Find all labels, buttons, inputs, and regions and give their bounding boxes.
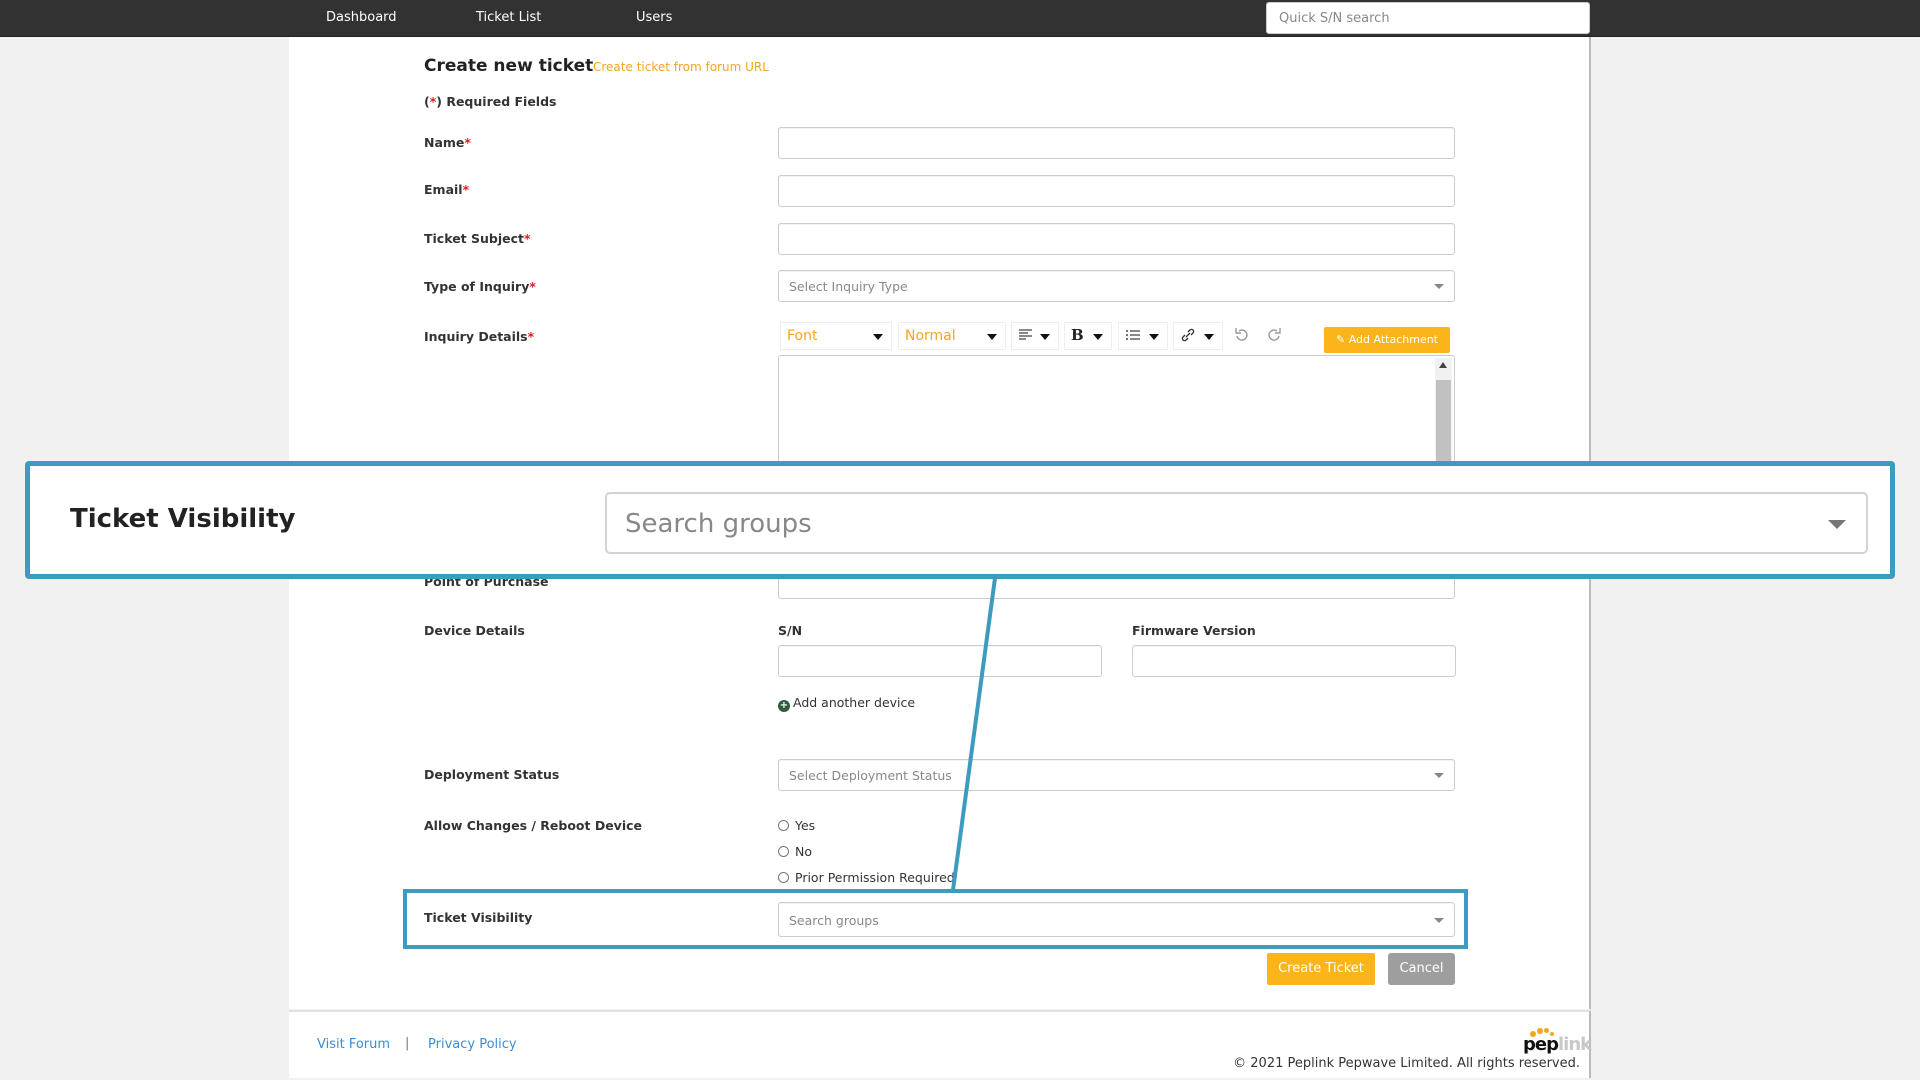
caret-down-icon (1149, 334, 1159, 340)
quick-sn-search-input[interactable] (1266, 2, 1590, 34)
email-label: Email* (424, 182, 469, 197)
required-fields-note: (*) Required Fields (424, 94, 556, 109)
caret-down-icon (1040, 334, 1050, 340)
caret-down-icon (987, 334, 997, 340)
required-star: * (524, 231, 531, 246)
required-star: * (464, 135, 471, 150)
inquiry-type-select[interactable]: Select Inquiry Type (778, 270, 1455, 302)
radio-circle-icon[interactable] (778, 846, 789, 857)
radio-no[interactable]: No (778, 844, 812, 859)
inquiry-type-label-text: Type of Inquiry (424, 279, 530, 294)
caret-down-icon (1204, 334, 1214, 340)
list-icon (1125, 327, 1141, 347)
undo-icon (1235, 328, 1248, 341)
create-from-forum-link[interactable]: Create ticket from forum URL (593, 60, 769, 74)
radio-yes-label: Yes (795, 818, 816, 833)
privacy-policy-link[interactable]: Privacy Policy (428, 1037, 517, 1052)
bold-dropdown[interactable]: B (1064, 322, 1112, 350)
copyright-text: © 2021 Peplink Pepwave Limited. All righ… (1233, 1056, 1580, 1071)
firmware-version-input[interactable] (1132, 645, 1456, 677)
add-attachment-button[interactable]: ✎ Add Attachment (1324, 327, 1450, 353)
chevron-down-icon (1434, 284, 1444, 289)
create-ticket-button[interactable]: Create Ticket (1267, 953, 1375, 985)
sn-label: S/N (778, 623, 803, 638)
email-input[interactable] (778, 175, 1455, 207)
peplink-logo: peplink (1520, 1025, 1592, 1055)
firmware-version-label: Firmware Version (1132, 623, 1256, 638)
inquiry-type-label: Type of Inquiry* (424, 279, 536, 294)
callout-search-groups-select[interactable]: Search groups (605, 492, 1868, 554)
allow-changes-label: Allow Changes / Reboot Device (424, 818, 642, 833)
add-device-label: Add another device (793, 695, 916, 710)
inquiry-details-label-text: Inquiry Details (424, 329, 528, 344)
redo-button[interactable] (1266, 326, 1282, 348)
redo-icon (1268, 328, 1281, 341)
sn-input[interactable] (778, 645, 1102, 677)
font-family-dropdown[interactable]: Font (780, 322, 892, 350)
top-nav-bar: Dashboard Ticket List Users (0, 0, 1920, 37)
paperclip-icon: ✎ (1336, 333, 1346, 346)
highlight-box-visibility (403, 889, 1468, 949)
device-details-label: Device Details (424, 623, 525, 638)
name-label: Name* (424, 135, 471, 150)
caret-down-icon (1093, 334, 1103, 340)
scroll-up-arrow-icon[interactable] (1439, 362, 1447, 368)
chevron-down-icon (1828, 520, 1846, 529)
name-input[interactable] (778, 127, 1455, 159)
name-label-text: Name (424, 135, 465, 150)
subject-label: Ticket Subject* (424, 231, 531, 246)
subject-label-text: Ticket Subject (424, 231, 524, 246)
radio-circle-icon[interactable] (778, 820, 789, 831)
radio-circle-icon[interactable] (778, 872, 789, 883)
caret-down-icon (873, 334, 883, 340)
logo-pep-text: pep (1523, 1034, 1559, 1055)
undo-button[interactable] (1234, 326, 1250, 348)
page-title: Create new ticket (424, 56, 594, 76)
radio-prior-permission-label: Prior Permission Required (795, 870, 955, 885)
inquiry-details-label: Inquiry Details* (424, 329, 534, 344)
required-star: * (529, 279, 536, 294)
list-dropdown[interactable] (1118, 322, 1168, 350)
subject-input[interactable] (778, 223, 1455, 255)
logo-link-text: link (1557, 1034, 1592, 1055)
callout-visibility-label: Ticket Visibility (70, 504, 296, 534)
align-dropdown[interactable] (1011, 322, 1059, 350)
bold-icon: B (1071, 326, 1084, 344)
font-dropdown-label: Font (787, 328, 818, 344)
nav-ticket-list[interactable]: Ticket List (476, 0, 541, 37)
email-label-text: Email (424, 182, 463, 197)
radio-no-label: No (795, 844, 812, 859)
footer-separator: | (405, 1036, 410, 1051)
link-dropdown[interactable] (1173, 322, 1223, 350)
required-star: * (527, 329, 535, 344)
visit-forum-link[interactable]: Visit Forum (317, 1037, 390, 1052)
radio-prior-permission[interactable]: Prior Permission Required (778, 870, 955, 885)
zoomed-callout: Ticket Visibility Search groups (25, 461, 1895, 579)
plus-circle-icon: + (778, 700, 790, 712)
add-another-device-link[interactable]: + Add another device (778, 695, 915, 712)
add-attachment-label: Add Attachment (1348, 333, 1438, 346)
deployment-placeholder: Select Deployment Status (789, 768, 952, 783)
radio-yes[interactable]: Yes (778, 818, 815, 833)
logo-wordmark: peplink (1523, 1034, 1592, 1055)
nav-users[interactable]: Users (636, 0, 672, 37)
inquiry-type-placeholder: Select Inquiry Type (789, 279, 908, 294)
required-star: * (462, 182, 470, 197)
font-size-dropdown[interactable]: Normal (898, 322, 1006, 350)
chevron-down-icon (1434, 773, 1444, 778)
align-icon (1018, 327, 1034, 347)
link-icon (1180, 327, 1196, 347)
deployment-status-label: Deployment Status (424, 767, 560, 782)
deployment-status-select[interactable]: Select Deployment Status (778, 759, 1455, 791)
required-note-close: ) Required Fields (436, 94, 557, 109)
callout-placeholder: Search groups (625, 509, 812, 539)
size-dropdown-label: Normal (905, 328, 956, 344)
nav-dashboard[interactable]: Dashboard (326, 0, 397, 37)
cancel-button[interactable]: Cancel (1388, 953, 1455, 985)
